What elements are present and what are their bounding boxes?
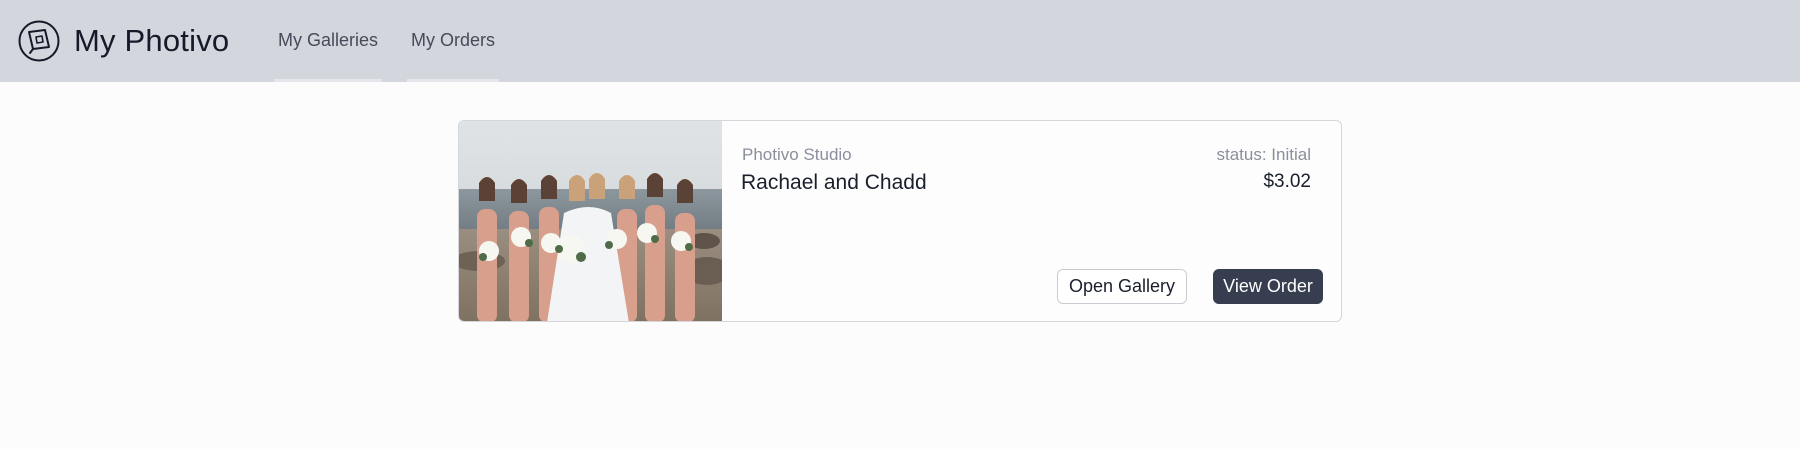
tab-label: My Galleries [277, 29, 379, 50]
tab-label: My Orders [410, 29, 495, 50]
brand[interactable]: My Photivo [18, 19, 229, 63]
tab-underline [407, 79, 499, 82]
bridal-party-photo [459, 121, 722, 321]
order-card: Photivo Studio Rachael and Chadd status:… [458, 120, 1342, 322]
open-gallery-button[interactable]: Open Gallery [1057, 269, 1187, 304]
tab-my-orders[interactable]: My Orders [407, 0, 499, 82]
order-status: status: Initial [1216, 145, 1312, 164]
photivo-logo-icon [18, 20, 60, 62]
gallery-title: Rachael and Chadd [741, 171, 927, 194]
top-nav-bar: My Photivo My Galleries My Orders [0, 0, 1800, 82]
order-price: $3.02 [1263, 171, 1311, 192]
tab-my-galleries[interactable]: My Galleries [274, 0, 382, 82]
brand-name: My Photivo [74, 23, 230, 58]
studio-name: Photivo Studio [742, 145, 852, 164]
tab-underline [274, 79, 382, 82]
view-order-button[interactable]: View Order [1213, 269, 1323, 304]
gallery-thumbnail[interactable] [459, 121, 722, 321]
